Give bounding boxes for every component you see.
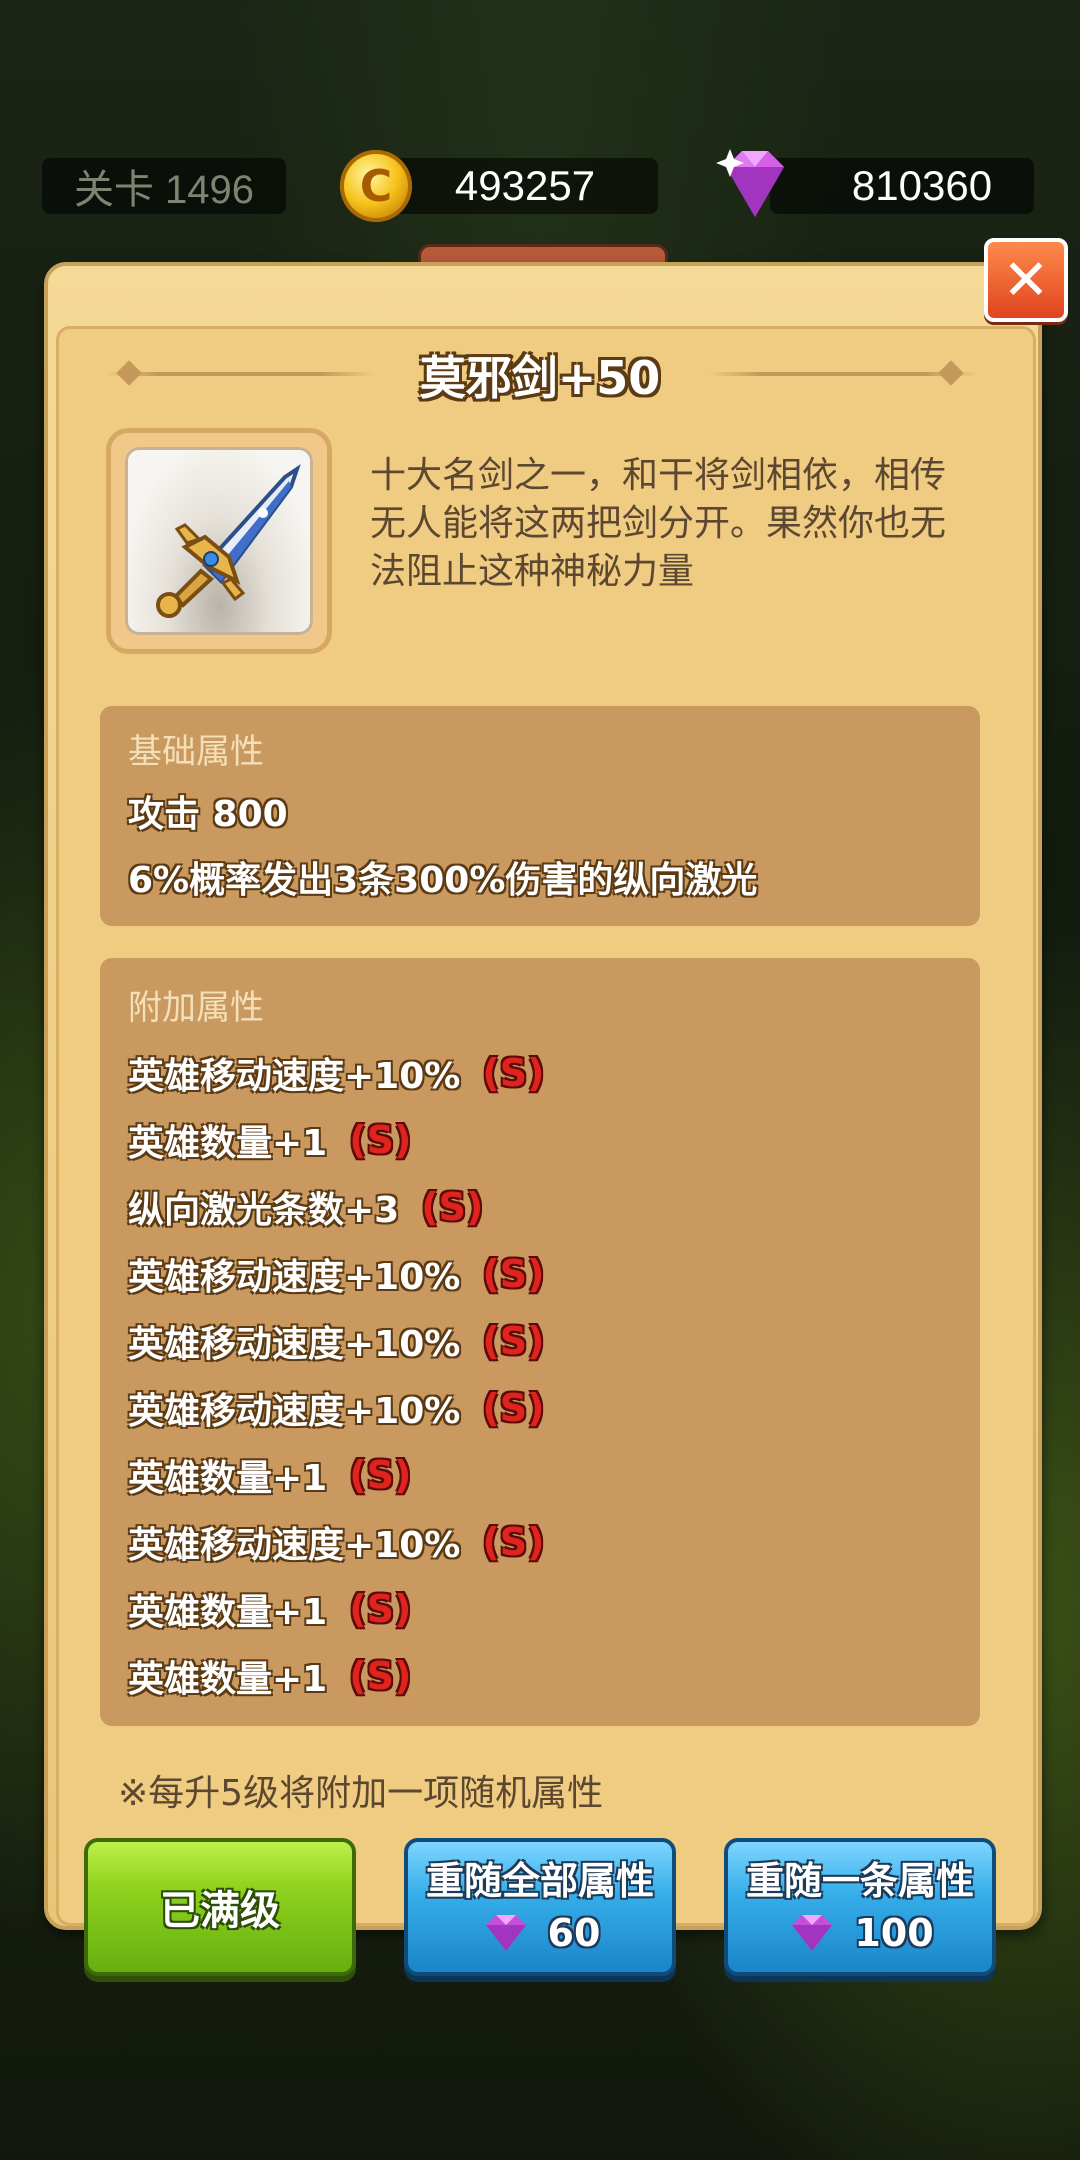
sword-icon [156,464,301,618]
extra-attribute-row: 英雄移动速度+10% (S) [128,1312,544,1370]
extra-attribute-row: 英雄数量+1 (S) [128,1647,411,1705]
rank-s-badge: (S) [349,1587,412,1631]
extra-attribute-text: 英雄移动速度+10% [128,1525,461,1566]
max-level-button[interactable]: 已满级 [84,1838,356,1976]
extra-attribute-text: 英雄数量+1 [128,1123,328,1164]
extra-attribute-row: 英雄移动速度+10% (S) [128,1245,544,1303]
reroll-one-label: 重随一条属性 [745,1859,974,1903]
extra-attribute-text: 英雄数量+1 [128,1659,328,1700]
coin-counter: 493257 [392,158,658,214]
extra-attribute-text: 英雄数量+1 [128,1458,328,1499]
dialog-title-row: 莫邪剑+50 [100,340,980,410]
rank-s-badge: (S) [421,1185,484,1229]
reroll-one-button[interactable]: 重随一条属性 100 [724,1838,996,1976]
level-label: 关卡 1496 [73,168,255,212]
gem-icon [716,149,784,217]
rank-s-badge: (S) [349,1453,412,1497]
base-attribute-line: 攻击 800 [128,794,288,835]
extra-attribute-row: 英雄移动速度+10% (S) [128,1044,544,1102]
rank-s-badge: (S) [482,1252,545,1296]
base-attributes-panel: 基础属性 攻击 800 6%概率发出3条300%伤害的纵向激光 [100,706,980,926]
extra-attributes-header: 附加属性 [128,988,264,1028]
item-icon-background [125,447,313,635]
extra-attribute-text: 纵向激光条数+3 [128,1190,400,1231]
extra-attribute-row: 英雄移动速度+10% (S) [128,1379,544,1437]
rank-s-badge: (S) [482,1051,545,1095]
base-attributes-header: 基础属性 [128,732,264,772]
close-icon: ✕ [1002,247,1050,313]
reroll-all-cost-value: 60 [547,1911,601,1955]
rank-s-badge: (S) [349,1654,412,1698]
extra-attribute-row: 英雄数量+1 (S) [128,1111,411,1169]
extra-attribute-text: 英雄移动速度+10% [128,1324,461,1365]
coin-amount: 493257 [454,162,596,209]
rank-s-badge: (S) [482,1386,545,1430]
close-button[interactable]: ✕ [984,238,1068,322]
rank-s-badge: (S) [482,1319,545,1363]
extra-attributes-panel: 附加属性 英雄移动速度+10% (S) 英雄数量+1 (S) 纵向激光条数+3 … [100,958,980,1726]
extra-attribute-text: 英雄移动速度+10% [128,1257,461,1298]
extra-attribute-text: 英雄移动速度+10% [128,1391,461,1432]
gem-icon [485,1915,526,1951]
extra-attribute-row: 英雄数量+1 (S) [128,1580,411,1638]
rank-s-badge: (S) [349,1118,412,1162]
base-attribute-line: 6%概率发出3条300%伤害的纵向激光 [128,860,758,901]
level-indicator: 关卡 1496 [42,158,286,214]
item-title: 莫邪剑+50 [419,351,661,405]
reroll-one-cost-value: 100 [854,1911,934,1955]
extra-attribute-text: 英雄移动速度+10% [128,1056,461,1097]
item-description: 十大名剑之一，和干将剑相依，相传无人能将这两把剑分开。果然你也无法阻止这种神秘力… [370,455,947,592]
reroll-all-label: 重随全部属性 [425,1859,654,1903]
gem-icon [792,1915,833,1951]
rank-s-badge: (S) [482,1520,545,1564]
gem-amount: 810360 [851,162,993,209]
extra-attribute-text: 英雄数量+1 [128,1592,328,1633]
extra-attribute-row: 英雄移动速度+10% (S) [128,1513,544,1571]
max-level-label: 已满级 [160,1888,280,1934]
extra-attribute-row: 英雄数量+1 (S) [128,1446,411,1504]
gem-counter: 810360 [770,158,1034,214]
extra-attribute-row: 纵向激光条数+3 (S) [128,1178,483,1236]
reroll-all-cost: 60 [480,1909,601,1957]
coin-icon: C [340,150,412,222]
upgrade-note: ※每升5级将附加一项随机属性 [118,1773,604,1814]
reroll-all-button[interactable]: 重随全部属性 60 [404,1838,676,1976]
item-icon-frame [106,428,332,654]
reroll-one-cost: 100 [786,1909,934,1957]
